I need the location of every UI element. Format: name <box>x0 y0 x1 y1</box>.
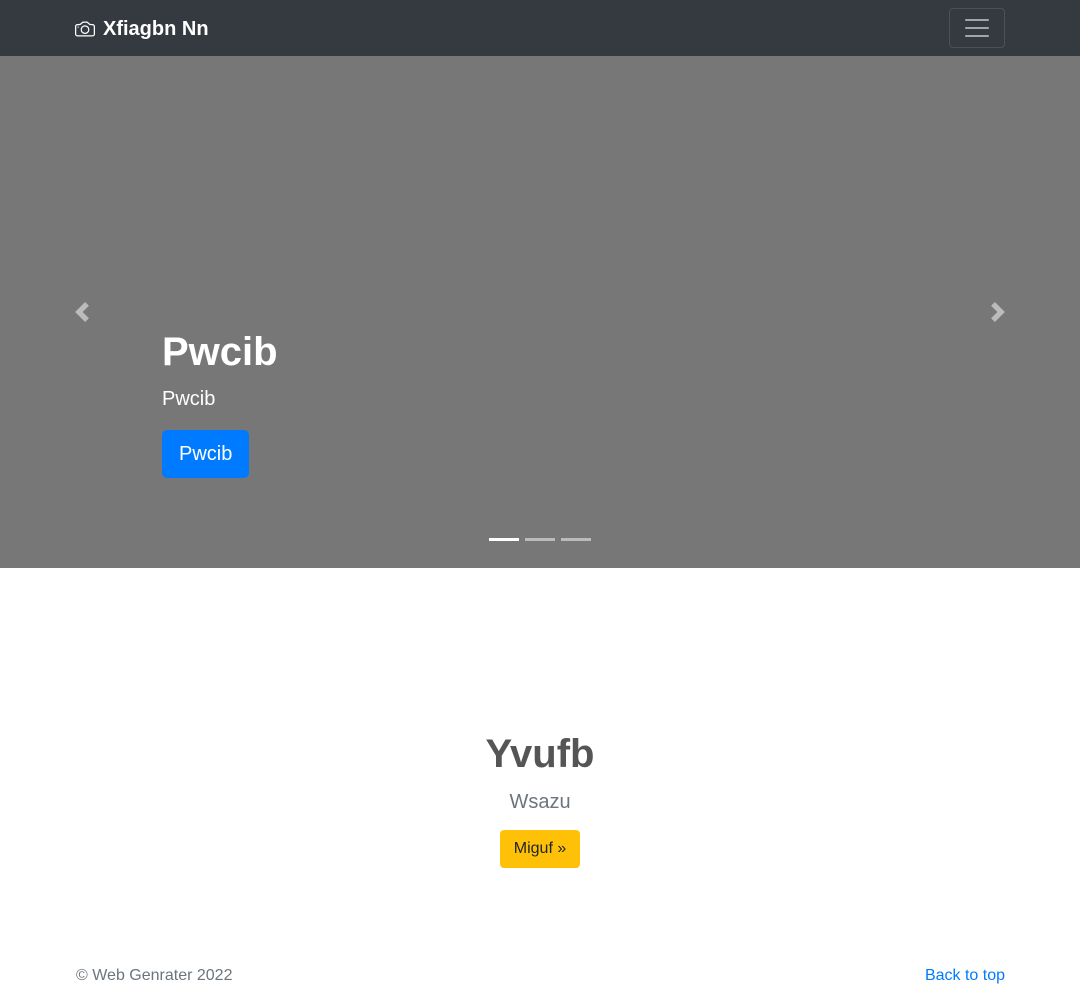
carousel-indicators <box>489 538 597 541</box>
hamburger-menu-icon <box>965 19 989 37</box>
camera-icon <box>75 21 95 37</box>
carousel-title: Pwcib <box>162 330 278 374</box>
navbar-toggler-button[interactable] <box>949 8 1005 48</box>
back-to-top-link[interactable]: Back to top <box>925 966 1005 986</box>
carousel-next-button[interactable] <box>918 56 1080 568</box>
carousel-indicator-3[interactable] <box>561 538 591 541</box>
carousel-prev-button[interactable] <box>0 56 162 568</box>
carousel-text: Pwcib <box>162 388 216 410</box>
hero-title: Yvufb <box>485 732 595 776</box>
hero-lead: Wsazu <box>509 791 571 813</box>
carousel-indicator-1[interactable] <box>489 538 519 541</box>
navbar-brand[interactable]: Xfiagbn Nn <box>75 16 209 42</box>
carousel-cta-button[interactable]: Pwcib <box>162 430 250 478</box>
chevron-left-icon <box>75 302 89 322</box>
brand-text: Xfiagbn Nn <box>103 18 209 40</box>
footer-copyright: © Web Genrater 2022 <box>76 967 233 984</box>
carousel: Pwcib Pwcib Pwcib <box>0 56 1080 568</box>
carousel-caption: Pwcib Pwcib Pwcib <box>162 328 278 478</box>
navbar: Xfiagbn Nn <box>0 0 1080 56</box>
carousel-indicator-2[interactable] <box>525 538 555 541</box>
chevron-right-icon <box>991 302 1005 322</box>
hero-cta-button[interactable]: Miguf » <box>500 830 580 868</box>
